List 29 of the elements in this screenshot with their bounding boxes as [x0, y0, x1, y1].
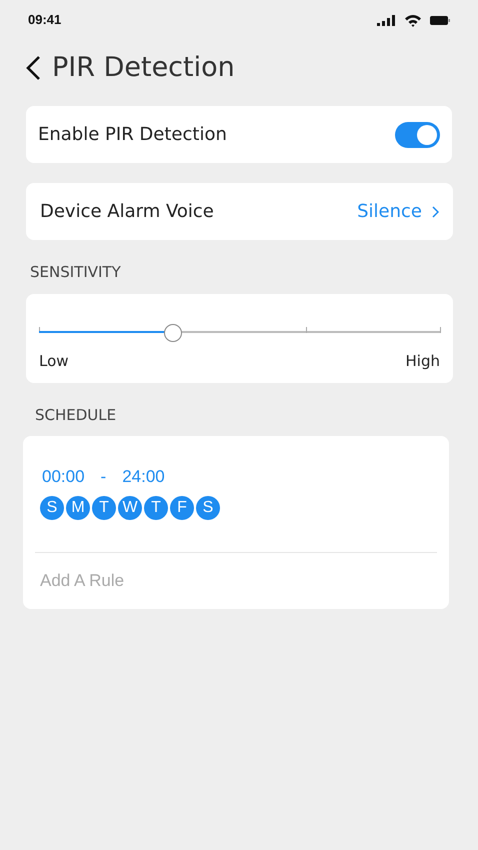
start-time[interactable]: 00:00: [42, 464, 85, 490]
weekday-toggle[interactable]: W: [118, 496, 142, 520]
min-label: Low: [39, 351, 69, 372]
weekday-toggle[interactable]: S: [196, 496, 220, 520]
toggle-switch[interactable]: [395, 122, 440, 148]
weekday-toggle[interactable]: F: [170, 496, 194, 520]
section-heading: SCHEDULE: [35, 405, 118, 425]
time-separator: -: [100, 466, 106, 488]
chevron-right-icon: [432, 206, 439, 218]
status-time: 09:41: [28, 11, 62, 30]
setting-value: Silence: [357, 200, 422, 224]
slider-thumb[interactable]: [164, 324, 182, 342]
add-rule-button[interactable]: Add A Rule: [23, 552, 449, 608]
slider-track[interactable]: [39, 324, 441, 340]
setting-label: Enable PIR Detection: [38, 123, 227, 147]
max-label: High: [406, 351, 440, 372]
section-heading: SENSITIVITY: [30, 262, 122, 282]
page-title: PIR Detection: [52, 50, 235, 85]
weekday-toggle[interactable]: M: [66, 496, 90, 520]
wifi-icon: [404, 14, 422, 26]
setting-label: Device Alarm Voice: [40, 200, 214, 224]
battery-icon: [430, 16, 450, 24]
alarm-voice-row[interactable]: Device Alarm Voice Silence: [26, 183, 453, 240]
end-time[interactable]: 24:00: [122, 464, 165, 490]
signal-icon: [377, 14, 396, 26]
weekday-toggle[interactable]: T: [92, 496, 116, 520]
weekday-toggle[interactable]: S: [40, 496, 64, 520]
back-icon[interactable]: [24, 55, 42, 81]
weekday-toggle[interactable]: T: [144, 496, 168, 520]
